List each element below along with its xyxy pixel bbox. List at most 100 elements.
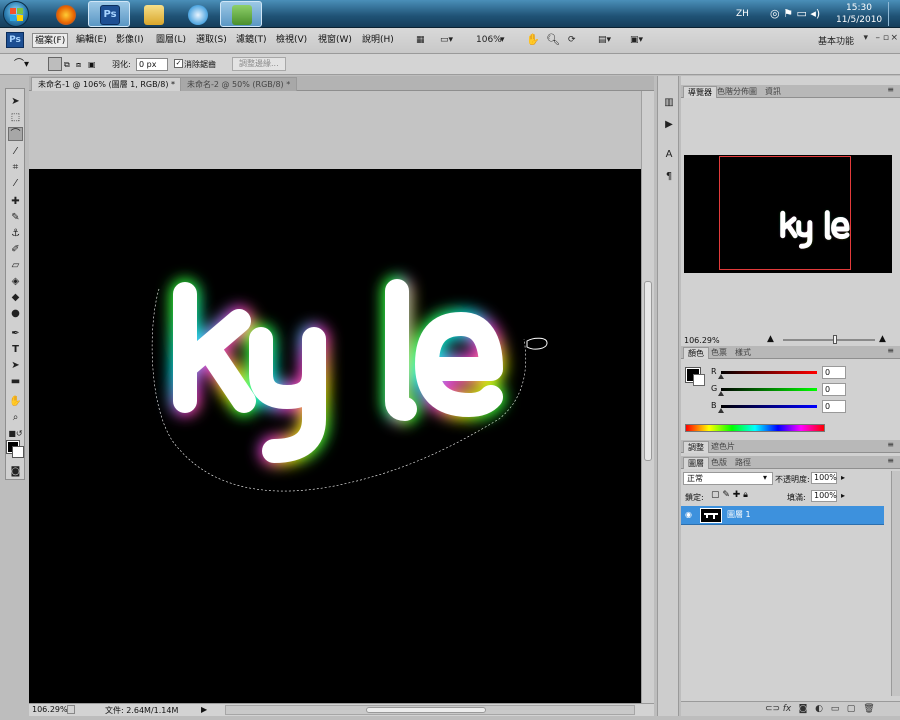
menu-file[interactable]: 檔案(F) [32,33,69,48]
language-indicator[interactable]: ZH [736,9,749,19]
workspace-dropdown-icon[interactable]: ▾ [863,33,868,43]
brush-tool-icon[interactable]: ✎ [8,211,23,225]
slider-blue[interactable]: B 0 [711,400,891,414]
blend-mode-select[interactable]: 正常 [683,472,773,485]
vertical-scrollbar[interactable] [641,91,654,703]
eraser-tool-icon[interactable]: ▱ [8,259,23,273]
new-layer-icon[interactable]: ▢ [845,703,857,715]
navigator-view-box[interactable] [719,156,851,270]
color-panel-menu-icon[interactable]: ≡ [887,346,894,355]
slider-green[interactable]: G 0 [711,383,891,397]
document-tab-2[interactable]: 未命名-2 @ 50% (RGB/8) * [180,77,298,91]
tab-layers[interactable]: 圖層 [683,457,709,469]
path-selection-tool-icon[interactable]: ➤ [8,359,23,373]
new-group-icon[interactable]: ▭ [829,703,841,715]
lasso-tool-icon[interactable]: ⌒ [8,127,23,141]
background-color-swatch[interactable] [12,446,24,458]
canvas[interactable]: kyle [29,169,641,704]
minimize-button[interactable]: – [876,33,881,43]
layer-visibility-eye-icon[interactable]: ◉ [685,510,695,520]
document-tab-1[interactable]: 未命名-1 @ 106% (圖層 1, RGB/8) * [31,77,183,91]
restore-button[interactable]: ▫ [883,33,889,43]
tab-swatches[interactable]: 色票 [707,347,731,359]
fill-arrow-icon[interactable]: ▸ [841,491,845,500]
navigator-zoom-slider[interactable] [783,335,875,344]
history-panel-icon[interactable]: ▥ [662,96,676,110]
screen-mode-icon[interactable]: ▣▾ [630,33,643,47]
start-button[interactable] [3,1,29,27]
horizontal-scrollbar[interactable] [225,705,635,715]
panel-menu-icon[interactable]: ≡ [887,85,894,94]
pen-tool-icon[interactable]: ✒ [8,327,23,341]
antialias-checkbox[interactable]: ✓ [174,59,183,68]
rotate-view-icon[interactable]: ⟳ [568,33,576,47]
feather-input[interactable]: 0 px [136,58,168,71]
red-gradient[interactable] [721,371,817,374]
blue-knob[interactable] [718,408,724,413]
tab-color[interactable]: 顏色 [683,347,709,359]
tab-histogram[interactable]: 色階分佈圖 [713,86,761,98]
character-panel-icon[interactable]: A [662,148,676,162]
layer-style-icon[interactable]: fx [781,703,793,715]
taskbar-explorer-button[interactable] [132,1,174,27]
type-tool-icon[interactable]: T [8,343,23,357]
crop-tool-icon[interactable]: ⌗ [8,161,23,175]
paint-bucket-tool-icon[interactable]: ◈ [8,275,23,289]
blue-value[interactable]: 0 [822,400,846,413]
zoom-slider-knob[interactable] [833,335,837,344]
menu-view[interactable]: 檢視(V) [274,33,309,48]
green-gradient[interactable] [721,388,817,391]
marquee-tool-icon[interactable]: ⬚ [8,111,23,125]
shape-tool-icon[interactable]: ▬ [8,375,23,389]
tab-navigator[interactable]: 導覽器 [683,86,717,98]
dodge-tool-icon[interactable]: ● [8,307,23,321]
delete-layer-icon[interactable]: 🗑︎ [863,703,875,715]
blue-gradient[interactable] [721,405,817,408]
horizontal-scroll-thumb[interactable] [366,707,486,713]
navigator-preview[interactable] [684,155,892,273]
status-zoom-icon[interactable] [67,705,75,714]
layer-row[interactable]: ◉ 圖層 1 [681,506,884,525]
eyedropper-tool-icon[interactable]: ⁄ [8,177,23,191]
tab-paths[interactable]: 路徑 [731,457,755,469]
green-value[interactable]: 0 [822,383,846,396]
quick-selection-tool-icon[interactable]: ⁄ [8,145,23,159]
taskbar-photoshop-button[interactable]: Ps [88,1,130,27]
red-value[interactable]: 0 [822,366,846,379]
menu-help[interactable]: 說明(H) [360,33,396,48]
workspace-switcher[interactable]: 基本功能 [818,34,854,47]
zoom-in-icon[interactable]: ▲ [879,334,886,344]
clone-stamp-tool-icon[interactable]: ⚓ [8,227,23,241]
tab-masks[interactable]: 遮色片 [707,441,739,453]
lasso-preset-icon[interactable]: ⌒▾ [14,58,29,71]
fill-input[interactable]: 100% [811,490,837,502]
opacity-input[interactable]: 100% [811,472,837,484]
arrange-documents-icon[interactable]: ▤▾ [598,33,611,47]
adjust-panel-menu-icon[interactable]: ≡ [887,440,894,449]
opacity-arrow-icon[interactable]: ▸ [841,473,845,482]
blend-mode-arrow-icon[interactable]: ▾ [763,473,767,482]
close-button[interactable]: × [890,33,898,43]
history-brush-tool-icon[interactable]: ✐ [8,243,23,257]
taskbar-itunes-button[interactable] [176,1,218,27]
zoom-tool-icon[interactable]: 🔍︎ [546,33,560,47]
zoom-out-icon[interactable]: ▲ [767,334,774,344]
menu-window[interactable]: 視窗(W) [316,33,354,48]
quick-mask-icon[interactable]: ◙ [8,465,23,479]
intersect-selection-icon[interactable]: ▣ [88,58,96,71]
menu-edit[interactable]: 編輯(E) [74,33,109,48]
layers-scrollbar[interactable] [891,471,900,696]
menu-select[interactable]: 選取(S) [194,33,229,48]
navigator-zoom-value[interactable]: 106.29% [684,336,722,345]
color-panel-background[interactable] [693,374,705,386]
new-selection-icon[interactable] [48,57,62,71]
launch-bridge-icon[interactable]: ▦ [416,33,425,47]
tab-styles[interactable]: 樣式 [731,347,755,359]
show-desktop-button[interactable] [888,2,897,26]
view-extras-icon[interactable]: ▭▾ [440,33,453,47]
taskbar-firefox-button[interactable] [44,1,86,27]
refine-edge-button[interactable]: 調整邊緣... [232,57,286,71]
actions-panel-icon[interactable]: ▶ [662,118,676,132]
tab-channels[interactable]: 色版 [707,457,731,469]
status-menu-arrow[interactable]: ▶ [201,705,207,714]
